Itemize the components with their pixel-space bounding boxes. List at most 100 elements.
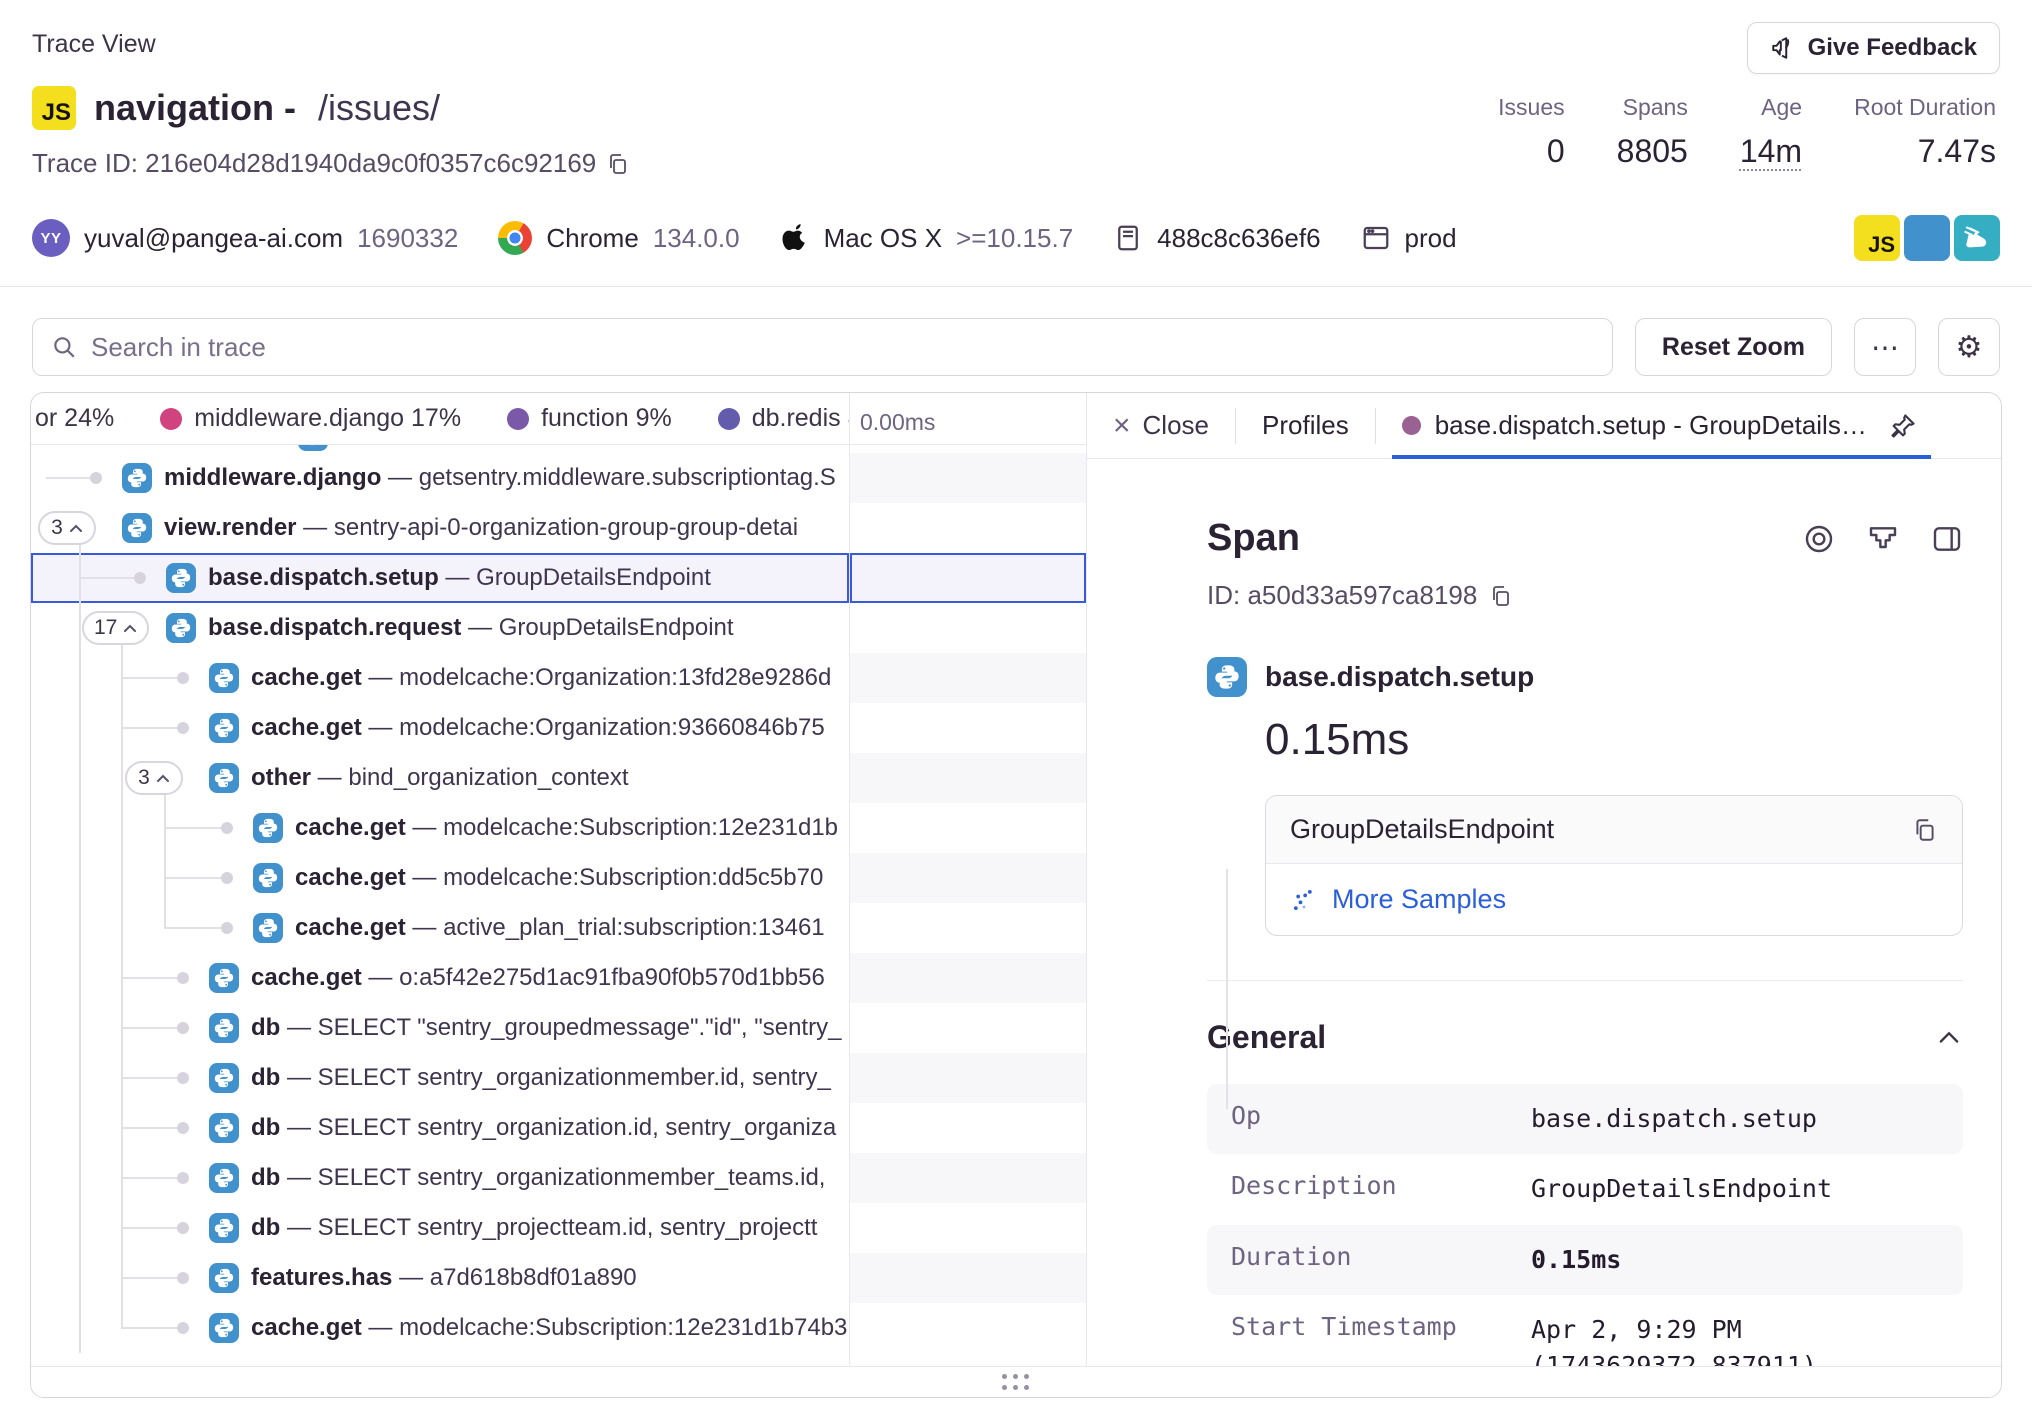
span-row[interactable]: cache.get — modelcache:Organization:13fd…: [31, 653, 849, 703]
timeline-row[interactable]: [850, 953, 1086, 1003]
span-row[interactable]: cache.get — active_plan_trial:subscripti…: [31, 903, 849, 953]
python-icon: [253, 913, 283, 943]
tree-connector-dot: [177, 1172, 189, 1184]
span-row[interactable]: 17 base.dispatch.request — GroupDetailsEn…: [31, 603, 849, 653]
panel-resize-handle[interactable]: [31, 1366, 2001, 1397]
tab-divider: [1375, 408, 1376, 444]
chevron-up-icon: [123, 616, 137, 640]
timeline-row[interactable]: [850, 1303, 1086, 1353]
span-row[interactable]: base.dispatch.setup — GroupDetailsEndpoi…: [31, 553, 849, 603]
legend-item-db-redis: db.redis 8%: [718, 404, 849, 433]
timeline-row[interactable]: [850, 603, 1086, 653]
span-row-text: base.dispatch.setup — GroupDetailsEndpoi…: [208, 564, 711, 592]
general-value: GroupDetailsEndpoint: [1531, 1171, 1832, 1207]
python-icon: [209, 1263, 239, 1293]
timeline-row[interactable]: [850, 653, 1086, 703]
span-row[interactable]: cache.get — modelcache:Subscription:12e2…: [31, 1303, 849, 1353]
tab-divider: [1235, 408, 1236, 444]
expand-collapse-pill[interactable]: 3: [38, 511, 96, 545]
copy-sample-icon[interactable]: [1912, 817, 1938, 843]
span-tree: middleware.django — getsentry.middleware…: [31, 445, 849, 1353]
span-row[interactable]: 3view.render — sentry-api-0-organization…: [31, 503, 849, 553]
device-icon: [1113, 223, 1143, 253]
span-header-actions: [1803, 523, 1963, 555]
timeline-row[interactable]: [850, 1103, 1086, 1153]
timeline-row[interactable]: [850, 903, 1086, 953]
give-feedback-button[interactable]: Give Feedback: [1747, 22, 2000, 74]
span-row[interactable]: db — SELECT sentry_organizationmember.id…: [31, 1053, 849, 1103]
legend-label: middleware.django 17%: [194, 404, 461, 433]
tree-connector-dot: [177, 722, 189, 734]
timeline-row[interactable]: [850, 503, 1086, 553]
transaction-name: navigation -: [94, 87, 296, 129]
trace-meta-row: YY yuval@pangea-ai.com 1690332 Chrome 13…: [32, 214, 2000, 262]
span-row-text: db — SELECT sentry_organizationmember_te…: [251, 1164, 825, 1192]
timeline-row[interactable]: [850, 703, 1086, 753]
search-box[interactable]: [32, 318, 1613, 376]
timeline-row[interactable]: [850, 853, 1086, 903]
search-input[interactable]: [91, 332, 1594, 363]
span-row[interactable]: db — SELECT "sentry_groupedmessage"."id"…: [31, 1003, 849, 1053]
tab-profiles[interactable]: Profiles: [1262, 410, 1349, 441]
stat-value: 7.47s: [1854, 133, 1996, 170]
span-op: cache.get: [251, 1314, 362, 1341]
timeline-row[interactable]: [850, 1153, 1086, 1203]
focus-span-icon[interactable]: [1803, 523, 1835, 555]
stat-spans: Spans8805: [1617, 94, 1688, 170]
span-description: SELECT sentry_organizationmember.id, sen…: [318, 1064, 831, 1091]
span-row[interactable]: db — SELECT sentry_organizationmember_te…: [31, 1153, 849, 1203]
trace-toolbar: Reset Zoom ⋯ ⚙: [32, 318, 2000, 376]
collapse-section-icon[interactable]: [1935, 1024, 1963, 1052]
expand-collapse-pill[interactable]: 3: [125, 761, 183, 795]
span-description: GroupDetailsEndpoint: [499, 614, 734, 641]
timeline-row[interactable]: [850, 445, 1086, 453]
timeline-row[interactable]: [850, 753, 1086, 803]
timeline-row[interactable]: [850, 553, 1086, 603]
timeline-row[interactable]: [850, 1203, 1086, 1253]
span-row[interactable]: cache.get — modelcache:Subscription:dd5c…: [31, 853, 849, 903]
span-description: bind_organization_context: [348, 764, 628, 791]
span-row[interactable]: features.has — a7d618b8df01a890: [31, 1253, 849, 1303]
settings-button[interactable]: ⚙: [1938, 318, 2000, 376]
chrome-icon: [498, 221, 532, 255]
span-row[interactable]: cache.get — o:a5f42e275d1ac91fba90f0b570…: [31, 953, 849, 1003]
tree-connector-dot: [221, 922, 233, 934]
more-options-button[interactable]: ⋯: [1854, 318, 1916, 376]
more-samples-link[interactable]: More Samples: [1332, 884, 1506, 915]
timeline-axis-label: 0.00ms: [860, 409, 935, 436]
span-op: base.dispatch.setup: [208, 564, 439, 591]
span-row[interactable]: cache.get — modelcache:Organization:9366…: [31, 703, 849, 753]
python-icon: [209, 1313, 239, 1343]
tab-span-details[interactable]: base.dispatch.setup - GroupDetails…: [1402, 393, 1925, 458]
stat-value[interactable]: 14m: [1740, 133, 1802, 170]
span-row[interactable]: cache.get — modelcache:Subscription:12e2…: [31, 803, 849, 853]
reset-zoom-button[interactable]: Reset Zoom: [1635, 318, 1832, 376]
pin-tab-button[interactable]: [1881, 404, 1925, 448]
expand-collapse-pill[interactable]: 17: [82, 611, 149, 645]
timeline-row[interactable]: [850, 453, 1086, 503]
copy-span-id-icon[interactable]: [1489, 584, 1513, 608]
tree-guide-line: [121, 645, 123, 1328]
side-panel-layout-icon[interactable]: [1931, 523, 1963, 555]
general-key: Op: [1231, 1101, 1531, 1137]
span-row[interactable]: db — SELECT sentry_projectteam.id, sentr…: [31, 1203, 849, 1253]
stat-root-duration: Root Duration7.47s: [1854, 94, 1996, 170]
span-row-text: cache.get — o:a5f42e275d1ac91fba90f0b570…: [251, 964, 825, 992]
timeline-row[interactable]: [850, 803, 1086, 853]
span-row[interactable]: db — SELECT sentry_organization.id, sent…: [31, 1103, 849, 1153]
span-row[interactable]: middleware.django — getsentry.middleware…: [31, 453, 849, 503]
copy-trace-id-icon[interactable]: [606, 152, 630, 176]
span-row-text: base.dispatch.request — GroupDetailsEndp…: [208, 614, 734, 642]
span-description: a7d618b8df01a890: [430, 1264, 637, 1291]
span-row[interactable]: 3other — bind_organization_context: [31, 753, 849, 803]
device-id: 488c8c636ef6: [1157, 223, 1320, 254]
zoom-to-span-icon[interactable]: [1867, 523, 1899, 555]
timeline-row[interactable]: [850, 1003, 1086, 1053]
timeline-row[interactable]: [850, 1053, 1086, 1103]
span-op: base.dispatch.request: [208, 614, 461, 641]
timeline-row[interactable]: [850, 1253, 1086, 1303]
detail-tabs: × Close Profiles base.dispatch.setup - G…: [1087, 393, 2001, 459]
stat-label: Spans: [1617, 94, 1688, 121]
span-row-partial[interactable]: [31, 445, 849, 453]
close-tab-button[interactable]: × Close: [1113, 410, 1209, 441]
